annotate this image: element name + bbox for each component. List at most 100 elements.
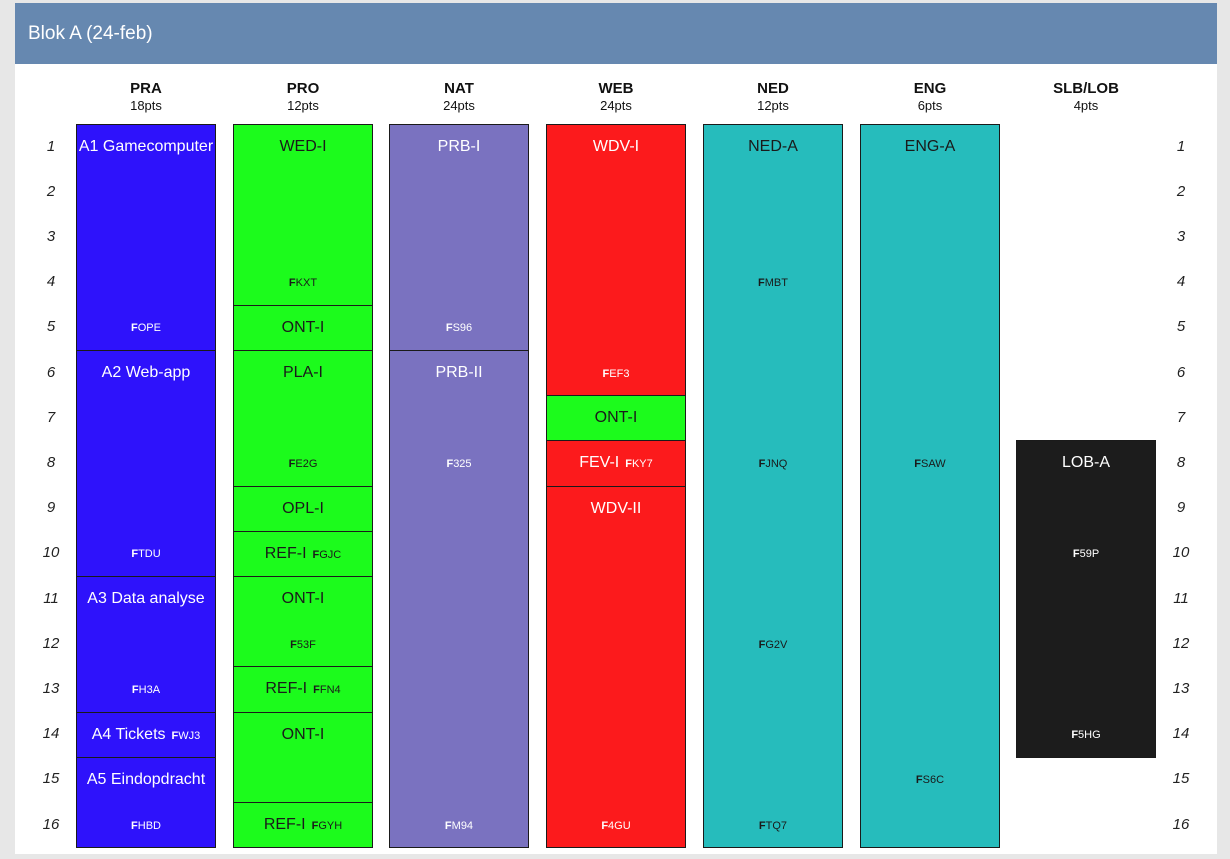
- course-block-a2-web-app[interactable]: A2 Web-app FTDU: [76, 350, 216, 577]
- block-code: F5HG: [1017, 729, 1155, 741]
- course-block-a5-eindopdracht[interactable]: A5 Eindopdracht FHBD: [76, 756, 216, 849]
- column-name: PRO: [286, 80, 320, 97]
- row-number-left: 12: [42, 634, 60, 652]
- block-code: FTQ7: [704, 820, 842, 832]
- block-title-text: PLA-I: [282, 364, 323, 381]
- row-number-right: 7: [1176, 408, 1186, 426]
- block-title: WDV-II: [547, 500, 685, 518]
- course-block-pla-i[interactable]: PLA-I FE2G: [233, 350, 373, 487]
- block-title: WED-I: [234, 138, 372, 156]
- block-title-text: ONT-I: [594, 409, 638, 427]
- block-title-text: WDV-I: [592, 138, 640, 155]
- block-title-text: REF-I: [264, 544, 307, 562]
- block-code: FKXT: [234, 277, 372, 289]
- code-prefix: F: [758, 819, 766, 832]
- row-number-left: 15: [42, 770, 60, 788]
- course-block-ref-i[interactable]: REF-I FGYH: [233, 802, 373, 849]
- code-value: M94: [451, 819, 474, 832]
- block-title-text: A3 Data analyse: [87, 590, 205, 607]
- block-code: FHBD: [77, 820, 215, 832]
- column-header-slb-lob: SLB/LOB 4pts: [1016, 80, 1156, 113]
- course-block-prb-i[interactable]: PRB-I FS96: [389, 124, 529, 351]
- block-title-text: OPL-I: [282, 499, 324, 517]
- row-number-right: 6: [1176, 363, 1186, 381]
- code-value: EF3: [609, 367, 630, 380]
- panel-header: Blok A (24-feb): [15, 3, 1217, 64]
- code-prefix: F: [915, 774, 923, 787]
- block-code: FJNQ: [704, 458, 842, 470]
- course-block-ont-i[interactable]: ONT-I: [233, 711, 373, 803]
- column-points: 24pts: [443, 98, 475, 113]
- course-block-prb-ii[interactable]: PRB-II F325 FM94: [389, 350, 529, 849]
- course-block-ont-i[interactable]: ONT-I: [546, 395, 686, 442]
- row-number-left: 5: [46, 318, 56, 336]
- code-value: KXT: [295, 277, 318, 290]
- block-code: FM94: [390, 820, 528, 832]
- row-number-right: 2: [1176, 182, 1186, 200]
- row-number-left: 7: [46, 408, 56, 426]
- block-code: FFN4: [313, 684, 341, 696]
- block-code: F325: [390, 458, 528, 470]
- code-value: 5HG: [1078, 729, 1101, 742]
- course-block-ref-i[interactable]: REF-I FFN4: [233, 666, 373, 713]
- course-block-a3-data-analyse[interactable]: A3 Data analyse FH3A: [76, 576, 216, 713]
- row-number-right: 8: [1176, 454, 1186, 471]
- code-value: 53F: [296, 638, 316, 651]
- code-value: TQ7: [765, 819, 788, 832]
- row-number-right: 16: [1172, 815, 1190, 833]
- course-block-lob-a[interactable]: LOB-A F59P F5HG: [1016, 440, 1156, 758]
- block-title: A1 Gamecomputer: [77, 138, 215, 156]
- block-title-text: PRB-II: [435, 364, 483, 381]
- course-block-wdv-i[interactable]: WDV-I FEF3: [546, 124, 686, 397]
- course-block-fev-i[interactable]: FEV-I FKY7: [546, 440, 686, 487]
- code-value: G2V: [765, 638, 788, 651]
- block-code: FGJC: [313, 549, 342, 561]
- block-title-text: A4 Tickets: [91, 725, 166, 743]
- course-block-opl-i[interactable]: OPL-I: [233, 485, 373, 532]
- row-number-right: 5: [1176, 318, 1186, 336]
- row-number-right: 3: [1176, 228, 1186, 245]
- row-number-right: 10: [1172, 544, 1190, 562]
- row-number-right: 13: [1172, 680, 1190, 697]
- block-title: PRB-II: [390, 364, 528, 382]
- block-code: FS96: [390, 322, 528, 334]
- course-block-ont-i[interactable]: ONT-I: [233, 304, 373, 351]
- block-code: FSAW: [861, 458, 999, 470]
- block-title: PLA-I: [234, 364, 372, 382]
- course-block-wdv-ii[interactable]: WDV-II F4GU: [546, 485, 686, 849]
- column-name: WEB: [598, 80, 634, 97]
- course-block-ont-i[interactable]: ONT-I F53F: [233, 576, 373, 668]
- course-block-ref-i[interactable]: REF-I FGJC: [233, 530, 373, 577]
- row-number-right: 9: [1176, 499, 1186, 517]
- column-points: 24pts: [600, 98, 632, 113]
- code-value: 4GU: [608, 819, 631, 832]
- course-block-a1-gamecomputer[interactable]: A1 Gamecomputer FOPE: [76, 124, 216, 351]
- block-code: FGYH: [312, 820, 343, 832]
- block-title-text: REF-I: [265, 680, 308, 698]
- code-value: 59P: [1079, 548, 1100, 561]
- course-block-eng-a[interactable]: ENG-A FSAW FS6C: [860, 124, 1000, 849]
- code-value: E2G: [295, 458, 318, 470]
- row-number-left: 2: [46, 182, 56, 200]
- row-number-right: 4: [1176, 273, 1186, 291]
- code-value: S6C: [922, 774, 945, 787]
- row-number-left: 9: [46, 499, 56, 517]
- row-number-left: 4: [46, 273, 56, 291]
- block-code: F4GU: [547, 820, 685, 832]
- block-title-text: FEV-I: [579, 454, 620, 472]
- column-header-pra: PRA 18pts: [76, 80, 216, 113]
- block-title: OPL-I: [234, 500, 372, 518]
- block-title-text: WDV-II: [590, 499, 642, 517]
- row-number-left: 1: [46, 137, 56, 155]
- code-value: OPE: [137, 322, 161, 335]
- course-block-wed-i[interactable]: WED-I FKXT: [233, 124, 373, 306]
- course-block-ned-a[interactable]: NED-A FMBT FJNQ FG2V FTQ7: [703, 124, 843, 849]
- row-number-right: 11: [1173, 589, 1189, 607]
- row-number-left: 16: [42, 815, 60, 833]
- block-code: FTDU: [77, 548, 215, 560]
- row-number-left: 13: [42, 680, 60, 697]
- code-prefix: F: [1072, 548, 1080, 561]
- course-block-a4-tickets[interactable]: A4 Tickets FWJ3: [76, 711, 216, 758]
- code-value: 325: [453, 458, 472, 470]
- column-header-pro: PRO 12pts: [233, 80, 373, 113]
